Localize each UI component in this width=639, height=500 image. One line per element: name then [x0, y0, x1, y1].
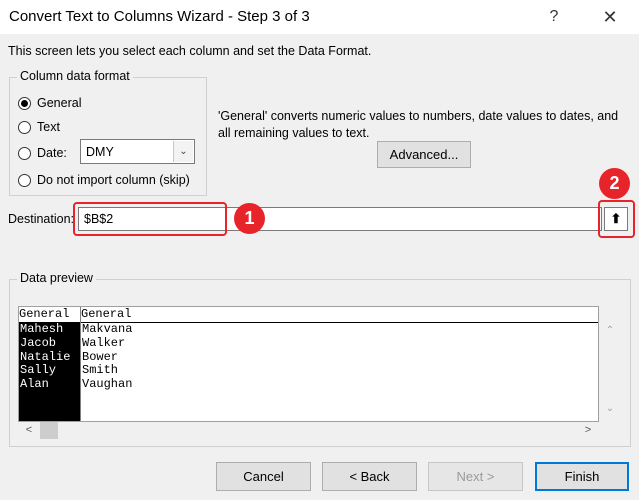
preview-header-col1[interactable]: General — [19, 307, 80, 323]
format-description: 'General' converts numeric values to num… — [218, 109, 619, 140]
scroll-left-icon[interactable]: < — [20, 422, 38, 439]
help-button[interactable]: ? — [541, 4, 567, 30]
list-item: Smith — [82, 363, 119, 378]
radio-general[interactable]: General — [18, 94, 81, 112]
chevron-down-icon[interactable]: ⌄ — [173, 141, 193, 162]
radio-text[interactable]: Text — [18, 118, 60, 136]
close-button[interactable]: ✕ — [597, 4, 623, 30]
annotation-badge-1: 1 — [234, 203, 265, 234]
radio-text-circle[interactable] — [18, 120, 31, 134]
cancel-button[interactable]: Cancel — [216, 462, 311, 491]
radio-skip-circle[interactable] — [18, 173, 31, 187]
date-format-select[interactable]: DMY ⌄ — [80, 139, 195, 164]
advanced-button[interactable]: Advanced... — [377, 141, 471, 168]
radio-skip-label: Do not import column (skip) — [37, 173, 190, 187]
finish-button[interactable]: Finish — [535, 462, 629, 491]
list-item: Bower — [82, 349, 119, 364]
list-item: Natalie — [20, 349, 71, 364]
vertical-scrollbar[interactable]: ⌃ ⌄ — [599, 306, 621, 422]
radio-text-label: Text — [37, 120, 60, 134]
instruction-text: This screen lets you select each column … — [8, 44, 372, 58]
radio-general-circle[interactable] — [18, 96, 31, 110]
highlight-box-2 — [598, 200, 635, 238]
group-label: Column data format — [17, 69, 133, 83]
destination-label: Destination: — [8, 212, 75, 226]
list-item: Mahesh — [20, 322, 64, 336]
list-item: Walker — [82, 335, 126, 350]
radio-date-label: Date: — [37, 146, 67, 160]
next-button[interactable]: Next > — [428, 462, 523, 491]
list-item: Vaughan — [82, 377, 133, 392]
highlight-box-1 — [73, 202, 227, 236]
window-title: Convert Text to Columns Wizard - Step 3 … — [9, 8, 310, 25]
data-preview-grid[interactable]: General General Mahesh Jacob Natalie Sal… — [18, 306, 599, 422]
radio-general-text: General — [37, 96, 82, 110]
preview-column-1[interactable]: Mahesh Jacob Natalie Sally Alan — [19, 322, 80, 421]
preview-column-2[interactable]: Makvana Walker Bower Smith Vaughan — [81, 322, 133, 392]
scroll-up-icon[interactable]: ⌃ — [599, 322, 621, 339]
list-item: Jacob — [20, 335, 57, 350]
list-item: Alan — [20, 377, 49, 392]
scroll-right-icon[interactable]: > — [579, 422, 597, 439]
preview-header-col2[interactable]: General — [81, 307, 598, 323]
radio-date[interactable]: Date: — [18, 144, 67, 162]
date-format-value: DMY — [86, 145, 114, 159]
data-preview-label: Data preview — [17, 271, 96, 285]
horizontal-scroll-thumb[interactable] — [40, 422, 58, 439]
horizontal-scrollbar[interactable]: < > — [18, 422, 599, 439]
back-button[interactable]: < Back — [322, 462, 417, 491]
annotation-badge-2: 2 — [599, 168, 630, 199]
radio-skip[interactable]: Do not import column (skip) — [18, 171, 190, 189]
list-item: Makvana — [82, 322, 133, 336]
list-item: Sally — [20, 363, 57, 378]
scroll-down-icon[interactable]: ⌄ — [599, 400, 621, 417]
radio-date-circle[interactable] — [18, 146, 31, 160]
radio-general-label: General — [37, 96, 81, 110]
